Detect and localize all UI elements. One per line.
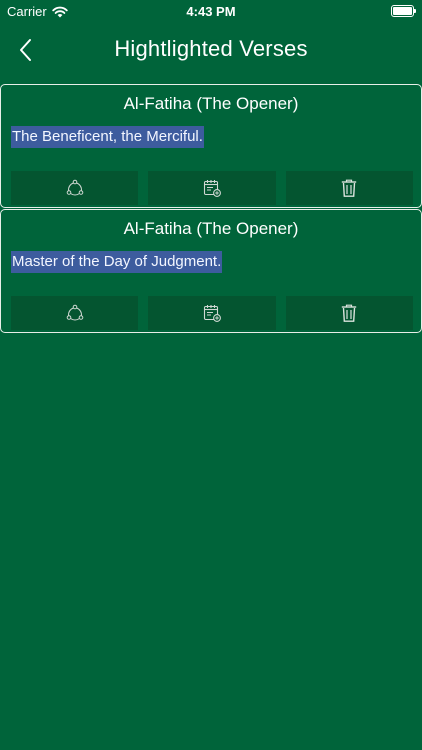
calendar-add-icon	[203, 305, 221, 322]
nav-bar: Hightlighted Verses	[0, 28, 422, 72]
verse-text[interactable]: The Beneficent, the Merciful.	[11, 126, 204, 148]
verse-list: Al-Fatiha (The Opener) The Beneficent, t…	[0, 84, 422, 333]
add-to-calendar-button[interactable]	[148, 171, 276, 205]
trash-icon	[342, 304, 357, 322]
share-icon	[66, 179, 83, 196]
surah-title: Al-Fatiha (The Opener)	[123, 94, 299, 113]
delete-button[interactable]	[285, 296, 413, 330]
calendar-add-icon	[203, 180, 221, 197]
verse-card: Al-Fatiha (The Opener) The Beneficent, t…	[0, 84, 422, 208]
share-button[interactable]	[11, 296, 139, 330]
delete-button[interactable]	[285, 171, 413, 205]
verse-actions	[11, 171, 413, 205]
battery-level	[393, 7, 412, 15]
share-button[interactable]	[11, 171, 139, 205]
share-icon	[66, 304, 83, 321]
trash-icon	[342, 179, 357, 197]
verse-actions	[11, 296, 413, 330]
verse-text[interactable]: Master of the Day of Judgment.	[11, 251, 223, 273]
page-title: Hightlighted Verses	[114, 36, 308, 61]
status-bar: Carrier 4:43 PM	[0, 0, 422, 22]
battery-icon	[391, 5, 416, 17]
verse-card: Al-Fatiha (The Opener) Master of the Day…	[0, 209, 422, 333]
status-time: 4:43 PM	[186, 4, 236, 19]
add-to-calendar-button[interactable]	[148, 296, 276, 330]
surah-title: Al-Fatiha (The Opener)	[123, 219, 299, 238]
